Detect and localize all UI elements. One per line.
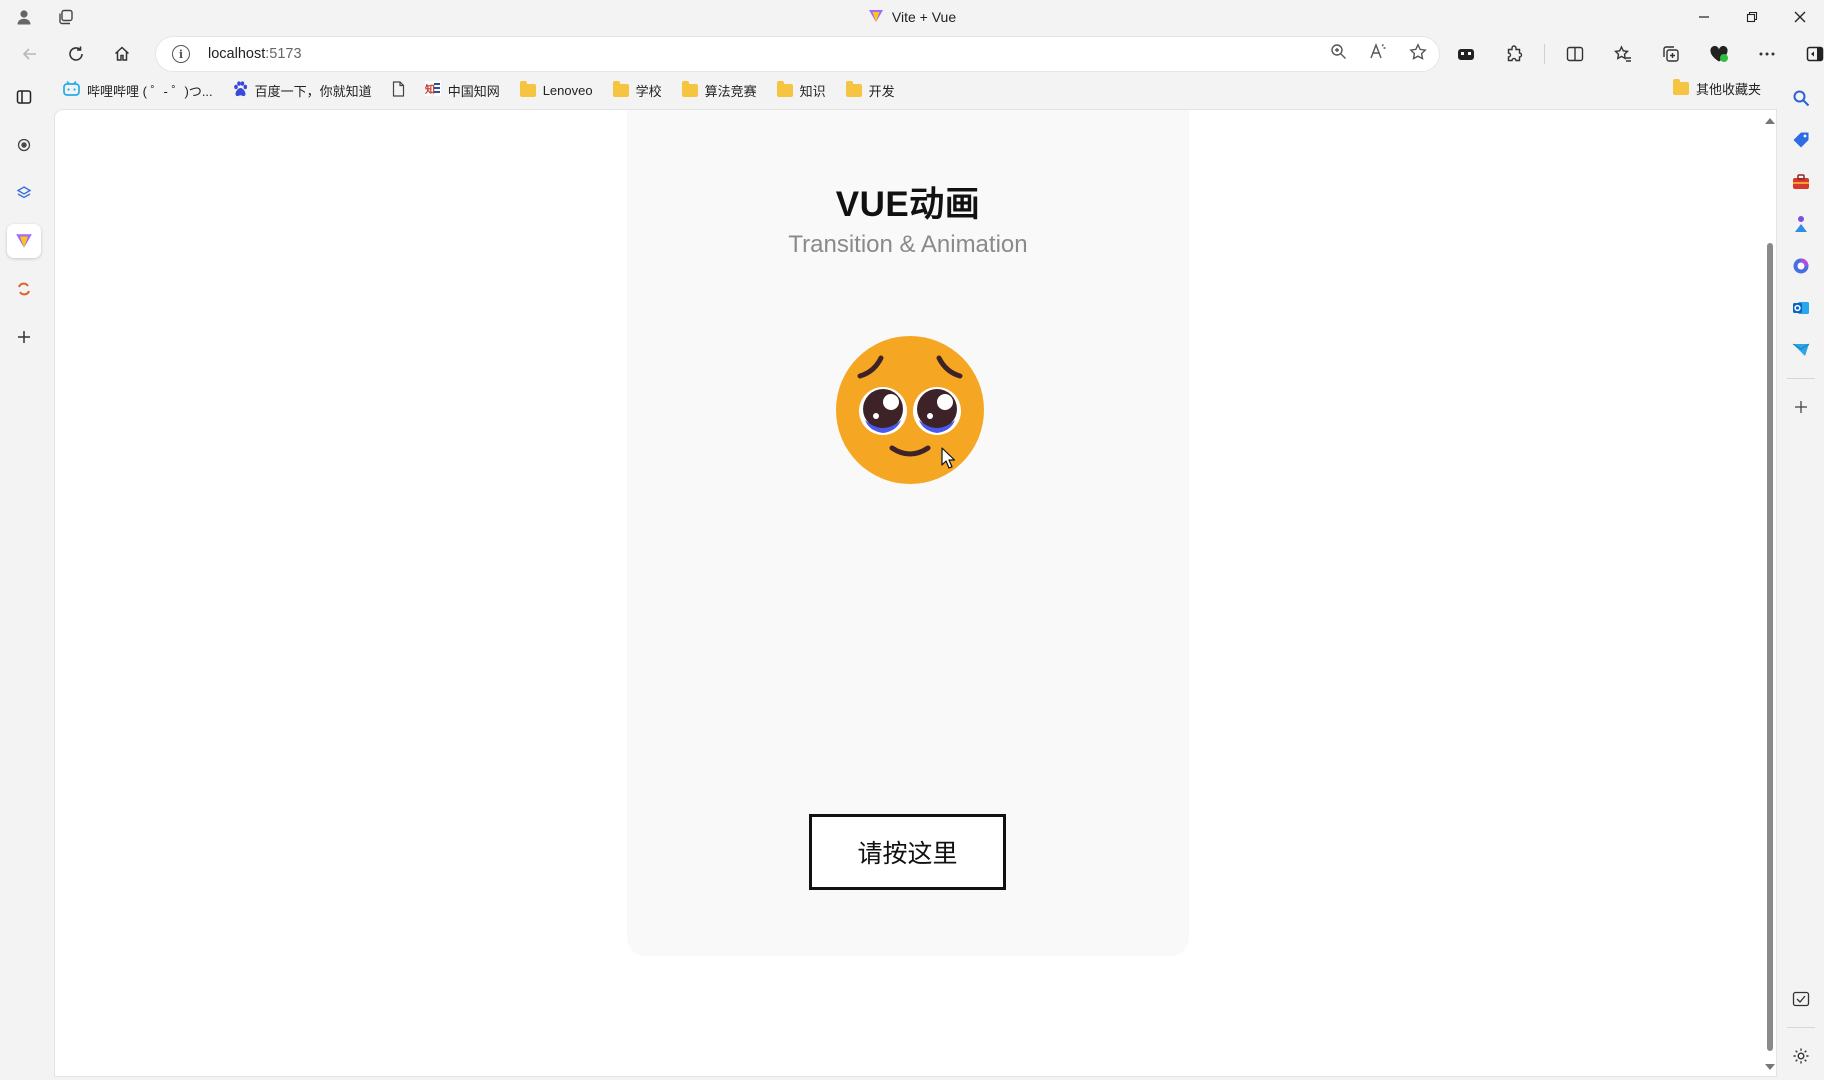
add-sidebar-app-icon[interactable] <box>1786 393 1816 421</box>
baidu-icon <box>233 80 248 100</box>
title-bar: Vite + Vue <box>0 0 1824 34</box>
settings-gear-icon[interactable] <box>1786 1042 1816 1070</box>
press-here-button[interactable]: 请按这里 <box>809 814 1006 890</box>
bookmark-folder-school[interactable]: 学校 <box>606 78 669 103</box>
tab-actions-icon[interactable] <box>7 80 41 114</box>
bookmark-bilibili[interactable]: 哔哩哔哩 ( ゜- ゜)つ... <box>56 78 220 103</box>
workspaces-icon[interactable] <box>56 7 76 27</box>
bookmarks-bar: 哔哩哔哩 ( ゜- ゜)つ... 百度一下，你就知道 知 中国知网 Lenove… <box>56 76 1768 104</box>
tools-briefcase-icon[interactable] <box>1786 168 1816 196</box>
new-tab-button[interactable] <box>7 320 41 354</box>
url-text[interactable]: localhost:5173 <box>208 46 302 62</box>
bookmark-folder-algorithm[interactable]: 算法竞赛 <box>675 78 764 103</box>
scroll-down-arrow-icon[interactable] <box>1765 1064 1775 1070</box>
vite-logo-icon <box>868 8 884 27</box>
bookmark-folder-lenoveo[interactable]: Lenoveo <box>513 80 600 101</box>
tab-vite-active[interactable] <box>7 224 41 258</box>
vertical-tabs-sidebar <box>0 74 48 1080</box>
animation-card: VUE动画 Transition & Animation 请按这里 <box>627 110 1189 956</box>
folder-icon <box>776 80 793 97</box>
extensions-icon[interactable] <box>1496 37 1532 71</box>
screenshot-icon[interactable] <box>1786 985 1816 1013</box>
bookmark-folder-knowledge[interactable]: 知识 <box>770 78 833 103</box>
bilibili-icon <box>63 80 80 99</box>
zoom-icon[interactable] <box>1330 43 1347 65</box>
bookmark-page[interactable] <box>385 78 412 103</box>
page-viewport: VUE动画 Transition & Animation 请按这里 <box>55 110 1776 1076</box>
more-menu-icon[interactable] <box>1749 37 1785 71</box>
minimize-button[interactable] <box>1680 0 1728 34</box>
sidebar-divider <box>1787 378 1815 379</box>
page-title: VUE动画 <box>835 185 981 224</box>
split-screen-icon[interactable] <box>1557 37 1593 71</box>
home-button[interactable] <box>102 37 142 71</box>
sidebar-divider-bottom <box>1787 1027 1815 1028</box>
page-icon <box>392 80 405 100</box>
mouse-cursor-icon <box>941 447 956 469</box>
microsoft-365-icon[interactable] <box>1786 252 1816 280</box>
outlook-icon[interactable] <box>1786 294 1816 322</box>
tab-layers-icon[interactable] <box>7 176 41 210</box>
window-title: Vite + Vue <box>891 9 957 25</box>
profile-icon[interactable] <box>14 7 34 27</box>
edge-sidebar <box>1778 74 1824 1080</box>
back-button[interactable] <box>10 37 50 71</box>
read-aloud-icon[interactable] <box>1369 43 1387 65</box>
folder-icon <box>519 80 536 97</box>
bookmark-cnki[interactable]: 知 中国知网 <box>418 78 507 103</box>
tab-chatgpt-icon[interactable] <box>7 128 41 162</box>
search-icon[interactable] <box>1786 84 1816 112</box>
games-figure-icon[interactable] <box>1786 210 1816 238</box>
pleading-face-emoji <box>836 336 984 484</box>
tab-sync-icon[interactable] <box>7 272 41 306</box>
browser-essentials-icon[interactable] <box>1701 37 1737 71</box>
cnki-icon: 知 <box>424 81 441 99</box>
scroll-thumb[interactable] <box>1767 243 1773 1051</box>
favorite-star-icon[interactable] <box>1409 42 1427 66</box>
vertical-scrollbar[interactable] <box>1762 110 1776 1076</box>
site-info-icon[interactable]: i <box>172 45 190 63</box>
restore-button[interactable] <box>1728 0 1776 34</box>
favorites-icon[interactable] <box>1605 37 1641 71</box>
games-icon[interactable] <box>1448 37 1484 71</box>
folder-icon <box>681 80 698 97</box>
folder-icon <box>845 80 862 97</box>
bookmark-baidu[interactable]: 百度一下，你就知道 <box>226 78 379 103</box>
folder-icon <box>1672 79 1689 95</box>
svg-text:知: 知 <box>425 83 435 96</box>
folder-icon <box>612 80 629 97</box>
close-window-button[interactable] <box>1776 0 1824 34</box>
send-drop-icon[interactable] <box>1786 336 1816 364</box>
bookmark-folder-other[interactable]: 其他收藏夹 <box>1666 76 1768 101</box>
address-bar[interactable]: i localhost:5173 <box>156 37 1439 71</box>
bookmark-folder-dev[interactable]: 开发 <box>839 78 902 103</box>
refresh-button[interactable] <box>56 37 96 71</box>
sidebar-toggle-icon[interactable] <box>1797 37 1824 71</box>
toolbar-divider <box>1544 44 1545 64</box>
scroll-up-arrow-icon[interactable] <box>1765 118 1775 124</box>
navigation-bar: i localhost:5173 <box>0 34 1824 74</box>
shopping-tag-icon[interactable] <box>1786 126 1816 154</box>
page-subtitle: Transition & Animation <box>788 231 1028 258</box>
collections-icon[interactable] <box>1653 37 1689 71</box>
